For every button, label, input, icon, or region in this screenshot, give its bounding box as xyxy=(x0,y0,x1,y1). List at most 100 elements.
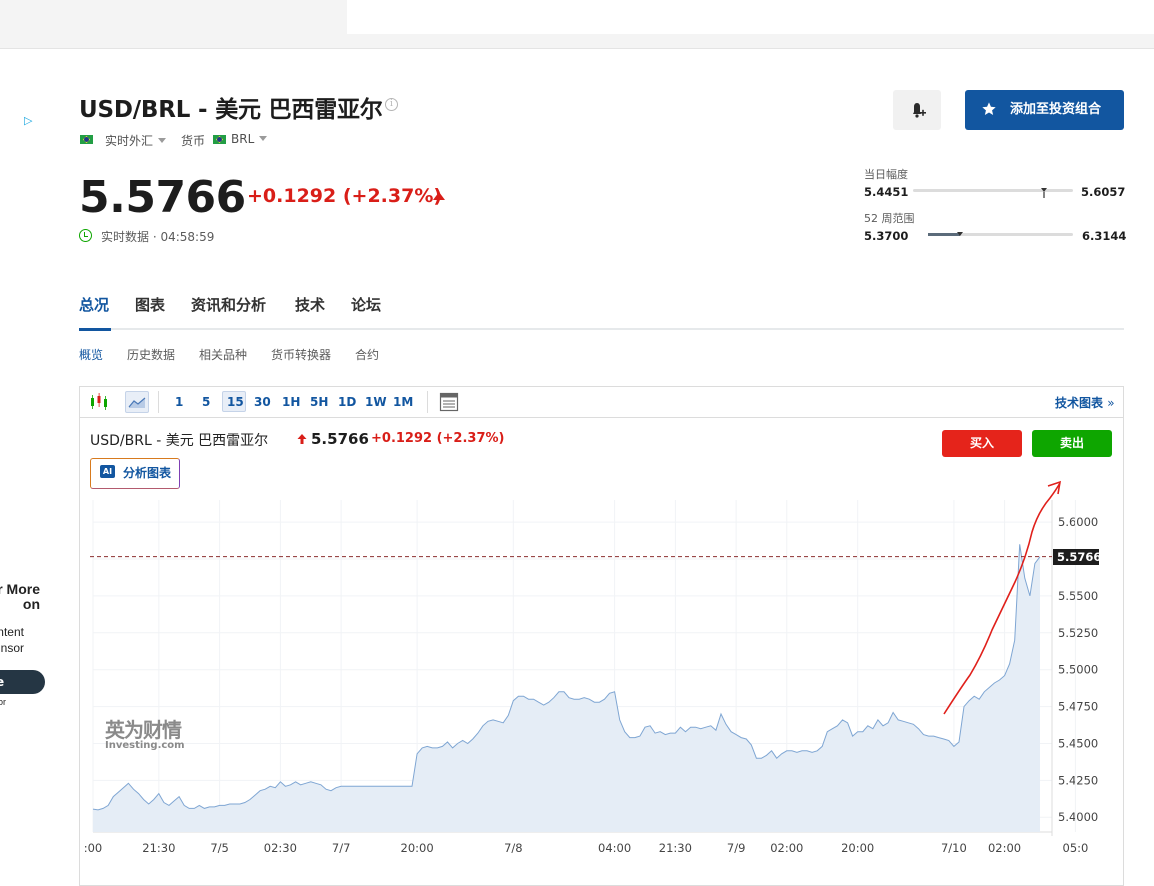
x-tick-label: 7/7 xyxy=(332,841,351,855)
top-banner-left xyxy=(0,0,347,48)
timeframe-1m[interactable]: 1M xyxy=(393,395,413,409)
day-range-label: 当日幅度 xyxy=(864,168,908,181)
ad-button[interactable]: e xyxy=(0,670,45,694)
x-tick-label: 7/8 xyxy=(504,841,523,855)
adchoices-icon[interactable]: ▷ xyxy=(24,114,32,127)
ad-body-line: nsor xyxy=(0,641,24,655)
tab-technical[interactable]: 技术 xyxy=(295,294,325,315)
hand-drawn-arrow xyxy=(943,480,1062,715)
toolbar-separator xyxy=(158,391,159,413)
ai-analysis-label: 分析图表 xyxy=(123,466,172,480)
ad-body-line: content xyxy=(0,625,24,639)
x-tick-label: :00 xyxy=(84,841,103,855)
timeframe-5h[interactable]: 5H xyxy=(310,395,328,409)
tab-overview[interactable]: 总况 xyxy=(79,294,109,315)
timeframe-1h[interactable]: 1H xyxy=(282,395,300,409)
candlestick-chart-button[interactable] xyxy=(89,391,109,417)
x-tick-label: 05:0 xyxy=(1063,841,1089,855)
x-tick-label: 02:00 xyxy=(988,841,1021,855)
active-tab-indicator xyxy=(79,328,111,331)
investing-watermark-logo: 英为财情 Investing.com xyxy=(105,714,185,751)
y-tick-label: 5.4250 xyxy=(1058,773,1098,787)
x-tick-label: 21:30 xyxy=(142,841,175,855)
info-icon[interactable]: i xyxy=(385,98,398,111)
sell-button[interactable]: 卖出 xyxy=(1032,430,1112,457)
market-label: 实时外汇 xyxy=(105,134,154,148)
realtime-label: 实时数据 · 04:58:59 xyxy=(101,230,215,244)
ad-footer: or xyxy=(0,697,6,707)
subtab-contracts[interactable]: 合约 xyxy=(355,346,379,363)
star-icon xyxy=(982,102,996,115)
tab-news-analysis[interactable]: 资讯和分析 xyxy=(191,294,266,315)
chart-price: 5.5766 xyxy=(311,430,369,448)
subtab-overview[interactable]: 概览 xyxy=(79,346,103,363)
timeframe-5[interactable]: 5 xyxy=(202,395,210,409)
chevron-down-icon xyxy=(158,138,167,143)
timeframe-1[interactable]: 1 xyxy=(175,395,183,409)
candlestick-icon xyxy=(91,393,107,410)
bell-plus-icon xyxy=(913,103,926,118)
x-tick-label: 04:00 xyxy=(598,841,631,855)
top-banner-right xyxy=(347,0,1154,34)
add-to-portfolio-button[interactable]: 添加至投资组合 xyxy=(965,90,1124,130)
chart-title: USD/BRL - 美元 巴西雷亚尔 xyxy=(90,433,269,449)
watermark-cn: 英为财情 xyxy=(105,718,182,742)
day-range-bar xyxy=(913,189,1073,192)
day-range-low: 5.4451 xyxy=(864,185,909,199)
week52-range-label: 52 周范围 xyxy=(864,212,915,225)
chart-change: +0.1292 (+2.37%) xyxy=(371,431,505,446)
chart-settings-button[interactable] xyxy=(439,392,459,416)
up-arrow-icon xyxy=(433,192,445,200)
x-tick-label: 7/10 xyxy=(941,841,967,855)
create-alert-button[interactable] xyxy=(893,90,941,130)
week52-range-marker xyxy=(956,227,964,246)
layout-icon xyxy=(439,392,459,412)
tab-chart[interactable]: 图表 xyxy=(135,294,165,315)
double-chevron-right-icon: » xyxy=(1107,396,1115,410)
timeframe-1d[interactable]: 1D xyxy=(338,395,356,409)
x-tick-label: 02:00 xyxy=(770,841,803,855)
subtab-currency-converter[interactable]: 货币转换器 xyxy=(271,346,331,363)
last-price: 5.5766 xyxy=(79,172,246,223)
ad-title-line: r More xyxy=(0,581,40,597)
chart-toolbar-divider xyxy=(80,417,1123,418)
area-fill xyxy=(93,544,1040,832)
ad-button-label: e xyxy=(0,675,5,689)
timeframe-30[interactable]: 30 xyxy=(254,395,271,409)
up-arrow-icon xyxy=(297,434,307,444)
type-label: 货币 xyxy=(181,134,206,148)
timeframe-1w[interactable]: 1W xyxy=(365,395,387,409)
tab-forum[interactable]: 论坛 xyxy=(351,294,381,315)
clock-icon xyxy=(79,229,92,242)
ai-icon: AI xyxy=(100,465,115,478)
brazil-flag-icon xyxy=(213,135,226,144)
top-banner-strip xyxy=(347,34,1154,48)
toolbar-separator xyxy=(427,391,428,413)
add-to-portfolio-label: 添加至投资组合 xyxy=(1010,102,1102,117)
ad-title[interactable]: r More on xyxy=(0,582,40,612)
x-tick-label: 7/5 xyxy=(210,841,229,855)
currency-selector[interactable]: BRL xyxy=(231,132,268,146)
subtab-related-instruments[interactable]: 相关品种 xyxy=(199,346,247,363)
range-marker-icon xyxy=(1041,188,1048,198)
week52-range-low: 5.3700 xyxy=(864,229,909,243)
timeframe-15[interactable]: 15 xyxy=(227,395,244,409)
week52-range-high: 6.3144 xyxy=(1082,229,1127,243)
x-tick-label: 02:30 xyxy=(264,841,297,855)
technical-chart-label: 技术图表 xyxy=(1055,396,1104,410)
x-tick-label: 20:00 xyxy=(841,841,874,855)
x-tick-label: 21:30 xyxy=(659,841,692,855)
buy-button[interactable]: 买入 xyxy=(942,430,1022,457)
range-marker-icon xyxy=(956,232,963,236)
technical-chart-link[interactable]: 技术图表 » xyxy=(1055,394,1115,411)
y-tick-label: 5.4000 xyxy=(1058,810,1098,824)
day-range-marker xyxy=(1040,183,1048,202)
currency-label: BRL xyxy=(231,132,255,146)
x-tick-label: 7/9 xyxy=(727,841,746,855)
header-divider xyxy=(0,48,1154,49)
market-selector[interactable]: 实时外汇 xyxy=(105,132,167,149)
chevron-down-icon xyxy=(259,136,268,141)
page-title: USD/BRL - 美元 巴西雷亚尔 xyxy=(79,97,383,123)
area-chart-button[interactable] xyxy=(125,391,149,413)
subtab-historical-data[interactable]: 历史数据 xyxy=(127,346,175,363)
